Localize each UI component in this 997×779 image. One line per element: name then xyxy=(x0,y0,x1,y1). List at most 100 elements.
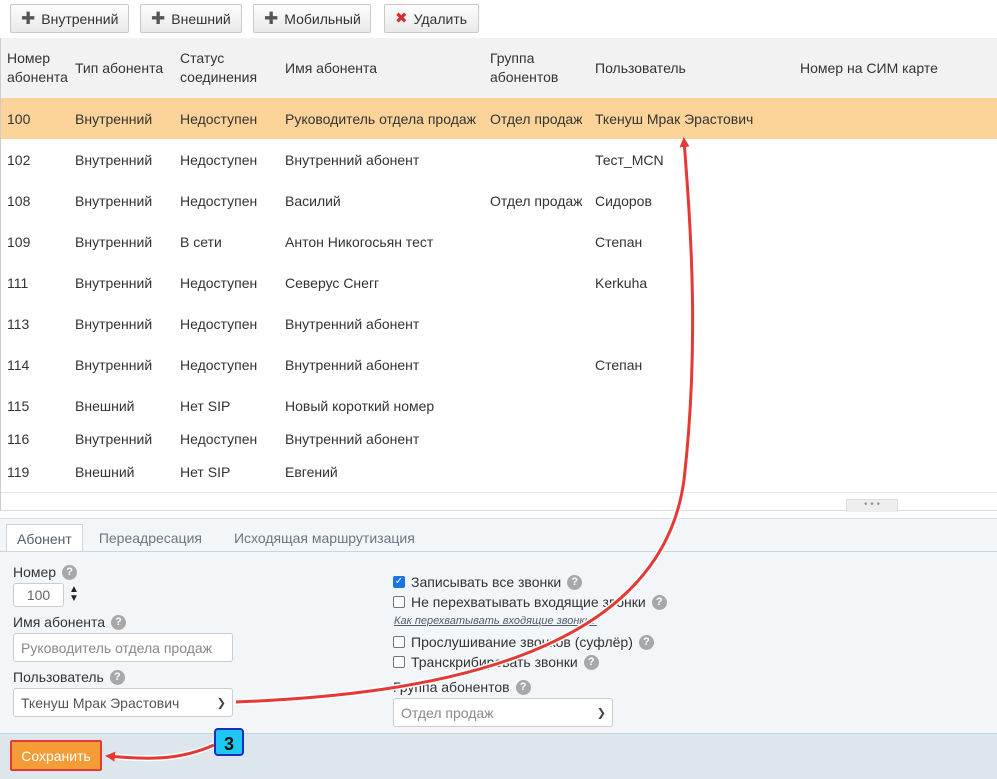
delete-button[interactable]: ✖ Удалить xyxy=(384,4,479,33)
help-icon[interactable]: ? xyxy=(515,679,531,695)
step-badge: 3 xyxy=(214,728,244,756)
user-label: Пользователь ? xyxy=(13,669,125,685)
add-external-label: Внешний xyxy=(171,10,231,27)
cell-status: Недоступен xyxy=(180,151,258,168)
help-icon[interactable]: ? xyxy=(651,594,667,610)
no-intercept-checkbox[interactable]: Не перехватывать входящие звонки ? xyxy=(393,594,667,610)
save-button[interactable]: Сохранить xyxy=(10,740,102,771)
name-field[interactable]: Руководитель отдела продаж xyxy=(13,633,233,662)
cell-number: 100 xyxy=(7,110,31,127)
splitter-handle[interactable]: • • • xyxy=(846,499,898,512)
table-row[interactable]: 111 Внутренний Недоступен Северус Снегг Kerk… xyxy=(1,262,997,304)
table-row[interactable]: 109 Внутренний В сети Антон Никогосьян тест… xyxy=(1,221,997,263)
cell-user: Степан xyxy=(595,356,643,373)
cell-status: В сети xyxy=(180,233,222,250)
listen-label: Прослушивание звонков (суфлёр) xyxy=(411,634,633,650)
cell-number: 111 xyxy=(7,274,29,291)
table-row[interactable]: 116 Внутренний Недоступен Внутренний абонен… xyxy=(1,426,997,452)
cell-number: 102 xyxy=(7,151,31,168)
transcribe-label: Транскрибировать звонки xyxy=(411,654,578,670)
cell-name: Внутренний абонент xyxy=(285,430,420,447)
add-internal-button[interactable]: ✚ Внутренний xyxy=(10,4,129,33)
help-icon[interactable]: ? xyxy=(567,574,583,590)
cell-type: Внутренний xyxy=(75,356,153,373)
table-header: Номер абонента Тип абонента Статус соеди… xyxy=(1,38,997,99)
name-label-text: Имя абонента xyxy=(13,614,106,630)
tab-outgoing-routing[interactable]: Исходящая маршрутизация xyxy=(224,524,425,551)
plus-icon: ✚ xyxy=(21,9,36,28)
chevron-down-icon: ❯ xyxy=(596,707,606,719)
cell-number: 115 xyxy=(7,397,30,414)
listen-checkbox[interactable]: Прослушивание звонков (суфлёр) ? xyxy=(393,634,654,650)
cell-name: Новый короткий номер xyxy=(285,397,435,414)
tab-subscriber[interactable]: Абонент xyxy=(6,524,83,552)
help-icon[interactable]: ? xyxy=(638,634,654,650)
cell-status: Недоступен xyxy=(180,192,258,209)
cell-status: Недоступен xyxy=(180,110,258,127)
cell-status: Недоступен xyxy=(180,315,258,332)
help-icon[interactable]: ? xyxy=(583,654,599,670)
group-select[interactable]: Отдел продаж ❯ xyxy=(393,698,613,727)
record-all-label: Записывать все звонки xyxy=(411,574,562,590)
user-select-value: Ткенуш Мрак Эрастович xyxy=(21,694,180,711)
cell-type: Внешний xyxy=(75,463,135,480)
column-header-user[interactable]: Пользователь xyxy=(595,38,775,98)
toolbar: ✚ Внутренний ✚ Внешний ✚ Мобильный ✖ Уда… xyxy=(0,0,997,38)
number-label: Номер ? xyxy=(13,564,78,580)
column-header-type[interactable]: Тип абонента xyxy=(75,38,175,98)
cell-user: Степан xyxy=(595,233,643,250)
cell-type: Внешний xyxy=(75,397,135,414)
group-label-text: Группа абонентов xyxy=(393,679,510,695)
column-header-group[interactable]: Группа абонентов xyxy=(490,38,580,98)
cell-status: Недоступен xyxy=(180,356,258,373)
user-select[interactable]: Ткенуш Мрак Эрастович ❯ xyxy=(13,688,233,717)
table-row[interactable]: 102 Внутренний Недоступен Внутренний абонен… xyxy=(1,139,997,181)
cell-type: Внутренний xyxy=(75,315,153,332)
user-label-text: Пользователь xyxy=(13,669,104,685)
cell-status: Нет SIP xyxy=(180,463,231,480)
plus-icon: ✚ xyxy=(151,9,166,28)
number-field[interactable]: 100 xyxy=(13,583,64,607)
transcribe-checkbox[interactable]: Транскрибировать звонки ? xyxy=(393,654,599,670)
column-header-status[interactable]: Статус соединения xyxy=(180,38,270,98)
checkbox-icon[interactable] xyxy=(393,636,405,648)
tab-divider xyxy=(0,551,997,552)
group-label: Группа абонентов ? xyxy=(393,679,531,695)
column-header-name[interactable]: Имя абонента xyxy=(285,38,485,98)
cell-type: Внутренний xyxy=(75,233,153,250)
cell-name: Евгений xyxy=(285,463,338,480)
help-icon[interactable]: ? xyxy=(111,614,127,630)
checkbox-icon[interactable] xyxy=(393,596,405,608)
cell-name: Северус Снегг xyxy=(285,274,380,291)
table-row[interactable]: 113 Внутренний Недоступен Внутренний абонен… xyxy=(1,303,997,345)
column-header-number[interactable]: Номер абонента xyxy=(7,38,73,98)
checkbox-icon[interactable] xyxy=(393,656,405,668)
cell-user: Тест_MCN xyxy=(595,151,664,168)
cell-number: 109 xyxy=(7,233,31,250)
cell-status: Нет SIP xyxy=(180,397,231,414)
table-row[interactable]: 115 Внешний Нет SIP Новый короткий номер xyxy=(1,385,997,427)
cell-name: Внутренний абонент xyxy=(285,315,420,332)
table-row[interactable]: 100 Внутренний Недоступен Руководитель отде… xyxy=(1,98,997,140)
number-stepper[interactable]: ▲ ▼ xyxy=(69,585,79,604)
add-mobile-label: Мобильный xyxy=(284,10,361,27)
help-icon[interactable]: ? xyxy=(109,669,125,685)
chevron-down-icon: ❯ xyxy=(216,697,226,709)
help-icon[interactable]: ? xyxy=(62,564,78,580)
plus-icon: ✚ xyxy=(264,9,279,28)
table-row[interactable]: 114 Внутренний Недоступен Внутренний абонен… xyxy=(1,344,997,386)
column-header-sim[interactable]: Номер на СИМ карте xyxy=(800,38,990,98)
cell-number: 113 xyxy=(7,315,30,332)
record-all-checkbox[interactable]: ✓ Записывать все звонки ? xyxy=(393,574,583,590)
add-internal-label: Внутренний xyxy=(41,10,119,27)
cell-type: Внутренний xyxy=(75,151,153,168)
table-row[interactable]: 119 Внешний Нет SIP Евгений xyxy=(1,451,997,493)
add-external-button[interactable]: ✚ Внешний xyxy=(140,4,242,33)
cell-name: Василий xyxy=(285,192,341,209)
intercept-help-link[interactable]: Как перехватывать входящие звонки? xyxy=(394,615,597,627)
add-mobile-button[interactable]: ✚ Мобильный xyxy=(253,4,371,33)
tab-forwarding[interactable]: Переадресация xyxy=(89,524,212,551)
checkbox-checked-icon[interactable]: ✓ xyxy=(393,576,405,588)
cell-name: Внутренний абонент xyxy=(285,151,420,168)
table-row[interactable]: 108 Внутренний Недоступен Василий Отдел прод… xyxy=(1,180,997,222)
